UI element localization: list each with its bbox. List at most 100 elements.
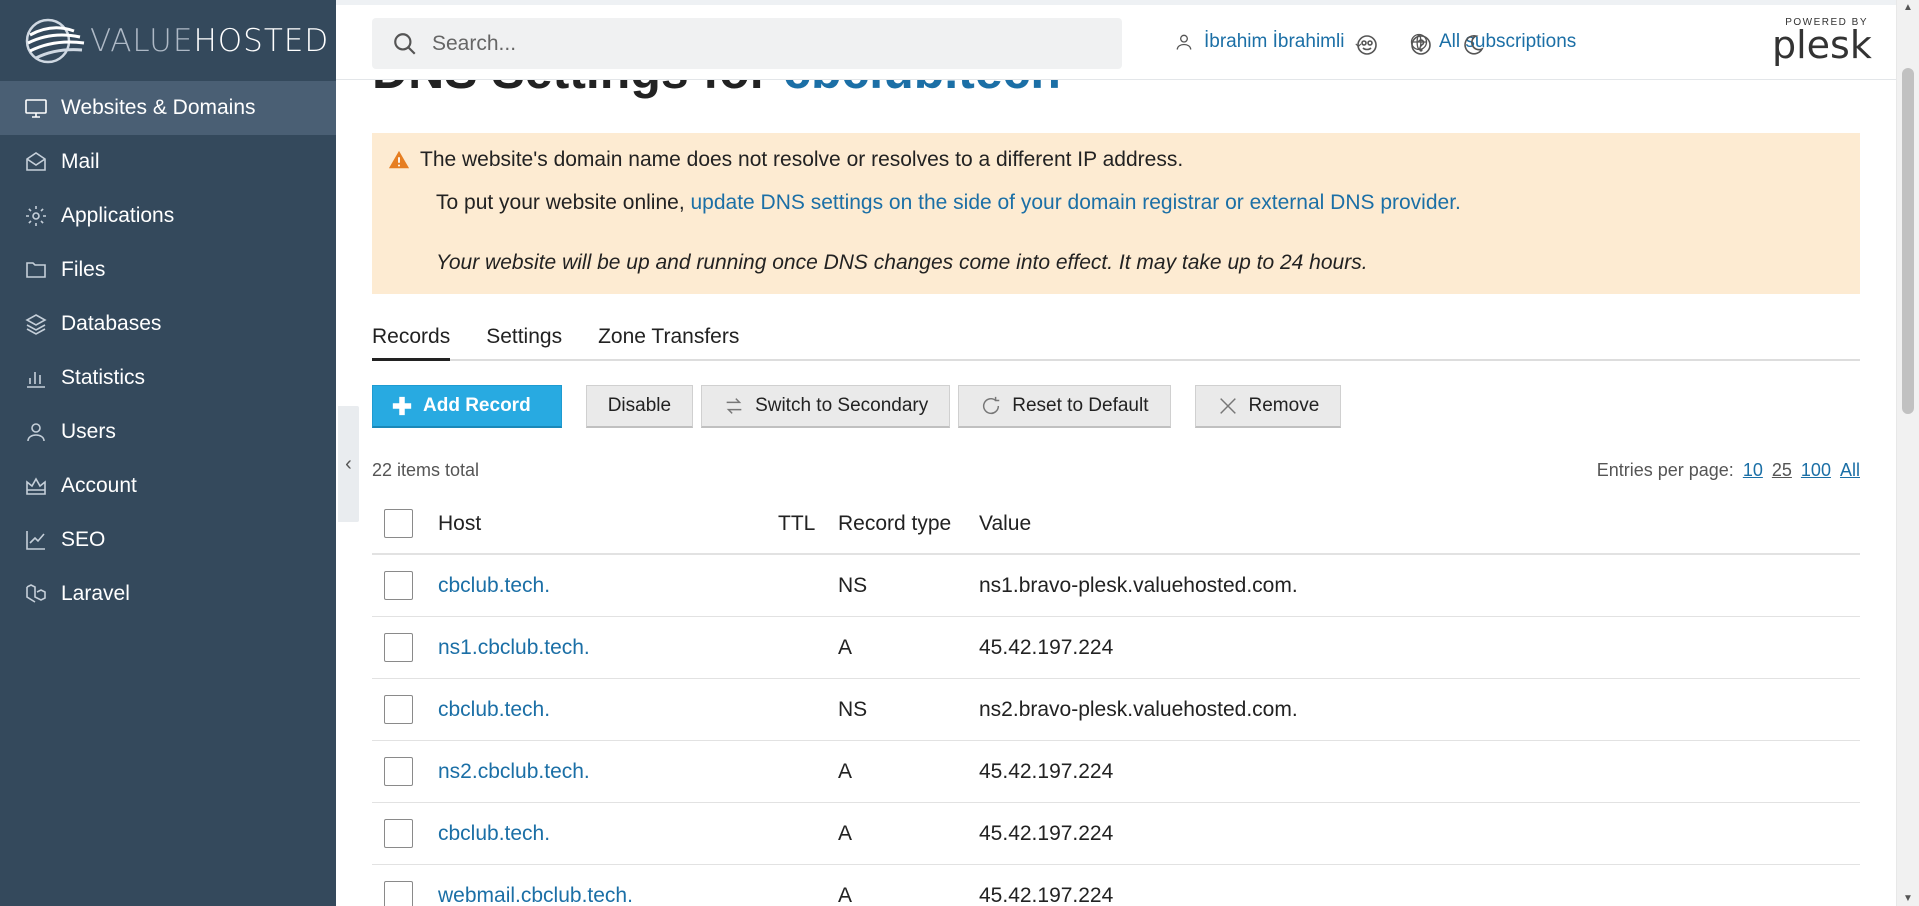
sidebar-item-seo[interactable]: SEO [0,513,336,567]
sidebar-item-databases[interactable]: Databases [0,297,336,351]
tab-zone-transfers[interactable]: Zone Transfers [598,325,739,359]
sidebar-item-files[interactable]: Files [0,243,336,297]
row-checkbox[interactable] [384,757,413,786]
switch-icon [726,398,742,414]
table-row: cbclub.tech. NS ns1.bravo-plesk.valuehos… [372,555,1860,617]
user-menu[interactable]: İbrahim İbrahimli ⌄ [1174,31,1364,53]
sidebar-item-label: Files [61,258,106,281]
brand-name-left: VALUE [90,22,194,59]
sidebar-item-websites-domains[interactable]: Websites & Domains [0,81,336,135]
entries-option-all[interactable]: All [1840,460,1860,480]
column-record-type[interactable]: Record type [838,512,979,536]
sidebar-item-account[interactable]: Account [0,459,336,513]
bar-chart-icon [23,365,49,391]
row-checkbox[interactable] [384,633,413,662]
dns-tabs: Records Settings Zone Transfers [372,325,1860,361]
record-host-link[interactable]: ns1.cbclub.tech. [438,636,778,660]
entries-per-page: Entries per page: 10 25 100 All [1597,460,1860,481]
help-icon[interactable] [1408,32,1434,58]
record-type: A [838,635,853,659]
brand-name-right: HOSTED [193,22,330,59]
reset-icon [983,396,1000,415]
user-icon [1176,34,1192,50]
extensions-icon[interactable] [1354,32,1380,58]
reset-to-default-button[interactable]: Reset to Default [958,385,1171,428]
reset-button-label: Reset to Default [1012,395,1149,416]
select-all-checkbox[interactable] [384,509,413,538]
plesk-logo: POWERED BY plesk [1772,17,1872,64]
scrollbar-thumb[interactable] [1902,68,1914,414]
record-host-link[interactable]: ns2.cbclub.tech. [438,760,778,784]
sidebar-item-label: Applications [61,204,175,227]
toolbar: Add Record Disable Switch to Secondary R… [372,385,1349,428]
sidebar-item-applications[interactable]: Applications [0,189,336,243]
sidebar-item-label: Statistics [61,366,146,389]
dns-records-table: Host TTL Record type Value cbclub.tech. … [372,494,1860,906]
sidebar-item-label: Websites & Domains [61,96,256,119]
column-host[interactable]: Host [438,512,778,536]
table-row: webmail.cbclub.tech. A 45.42.197.224 [372,865,1860,906]
sidebar-item-users[interactable]: Users [0,405,336,459]
remove-button-label: Remove [1248,395,1320,416]
close-icon [1219,398,1236,414]
brand-logo[interactable]: VALUEHOSTED [0,0,336,81]
table-row: cbclub.tech. NS ns2.bravo-plesk.valuehos… [372,679,1860,741]
entries-option-25[interactable]: 25 [1772,460,1792,480]
record-value: 45.42.197.224 [979,821,1114,845]
sidebar-item-laravel[interactable]: Laravel [0,567,336,621]
page-scrollbar[interactable]: ▲ ▼ [1896,0,1919,906]
record-type: A [838,759,853,783]
scroll-down-icon[interactable]: ▼ [1903,893,1913,904]
sidebar-item-mail[interactable]: Mail [0,135,336,189]
row-checkbox[interactable] [384,819,413,848]
row-checkbox[interactable] [384,571,413,600]
record-type: A [838,883,853,906]
chevron-left-icon: ‹ [345,452,352,475]
sidebar-item-label: Account [61,474,137,497]
record-type: A [838,821,853,845]
sidebar-item-label: Databases [61,312,162,335]
sidebar-item-label: Users [61,420,116,443]
row-checkbox[interactable] [384,881,413,906]
record-host-link[interactable]: cbclub.tech. [438,574,778,598]
sidebar-nav: Websites & Domains Mail Applications Fil… [0,81,336,621]
list-meta: 22 items total Entries per page: 10 25 1… [372,460,1860,481]
alert-instructions: To put your website online, update DNS s… [436,191,1860,215]
crown-icon [23,473,49,499]
monitor-icon [23,95,49,121]
record-value: ns1.bravo-plesk.valuehosted.com. [979,573,1298,597]
tab-settings[interactable]: Settings [486,325,562,359]
record-type: NS [838,697,868,721]
sidebar-item-statistics[interactable]: Statistics [0,351,336,405]
trend-chart-icon [23,527,49,553]
update-dns-link[interactable]: update DNS settings on the side of your … [690,191,1460,214]
scroll-up-icon[interactable]: ▲ [1903,2,1913,13]
column-ttl[interactable]: TTL [778,512,838,536]
layers-icon [23,311,49,337]
sidebar-item-label: Laravel [61,582,130,605]
disable-button[interactable]: Disable [585,385,694,428]
switch-to-secondary-button[interactable]: Switch to Secondary [701,385,951,428]
row-checkbox[interactable] [384,695,413,724]
search-input[interactable] [432,31,1082,56]
record-value: ns2.bravo-plesk.valuehosted.com. [979,697,1298,721]
alert-instructions-prefix: To put your website online, [436,191,691,214]
tab-records[interactable]: Records [372,325,451,361]
items-total: 22 items total [372,460,480,480]
brand-name: VALUEHOSTED [90,23,329,59]
sidebar-collapse-handle[interactable]: ‹ [338,406,359,522]
dark-mode-icon[interactable] [1460,32,1486,58]
subscriptions-menu[interactable]: All subscriptions [1409,31,1576,53]
envelope-icon [23,149,49,175]
record-host-link[interactable]: cbclub.tech. [438,822,778,846]
search-box[interactable] [372,18,1122,69]
remove-button[interactable]: Remove [1194,385,1342,428]
plus-icon [392,396,412,416]
record-host-link[interactable]: cbclub.tech. [438,698,778,722]
add-record-button[interactable]: Add Record [372,385,562,428]
entries-option-100[interactable]: 100 [1801,460,1831,480]
entries-option-10[interactable]: 10 [1743,460,1763,480]
column-value[interactable]: Value [979,512,1031,536]
user-icon [23,419,49,445]
record-host-link[interactable]: webmail.cbclub.tech. [438,884,778,906]
